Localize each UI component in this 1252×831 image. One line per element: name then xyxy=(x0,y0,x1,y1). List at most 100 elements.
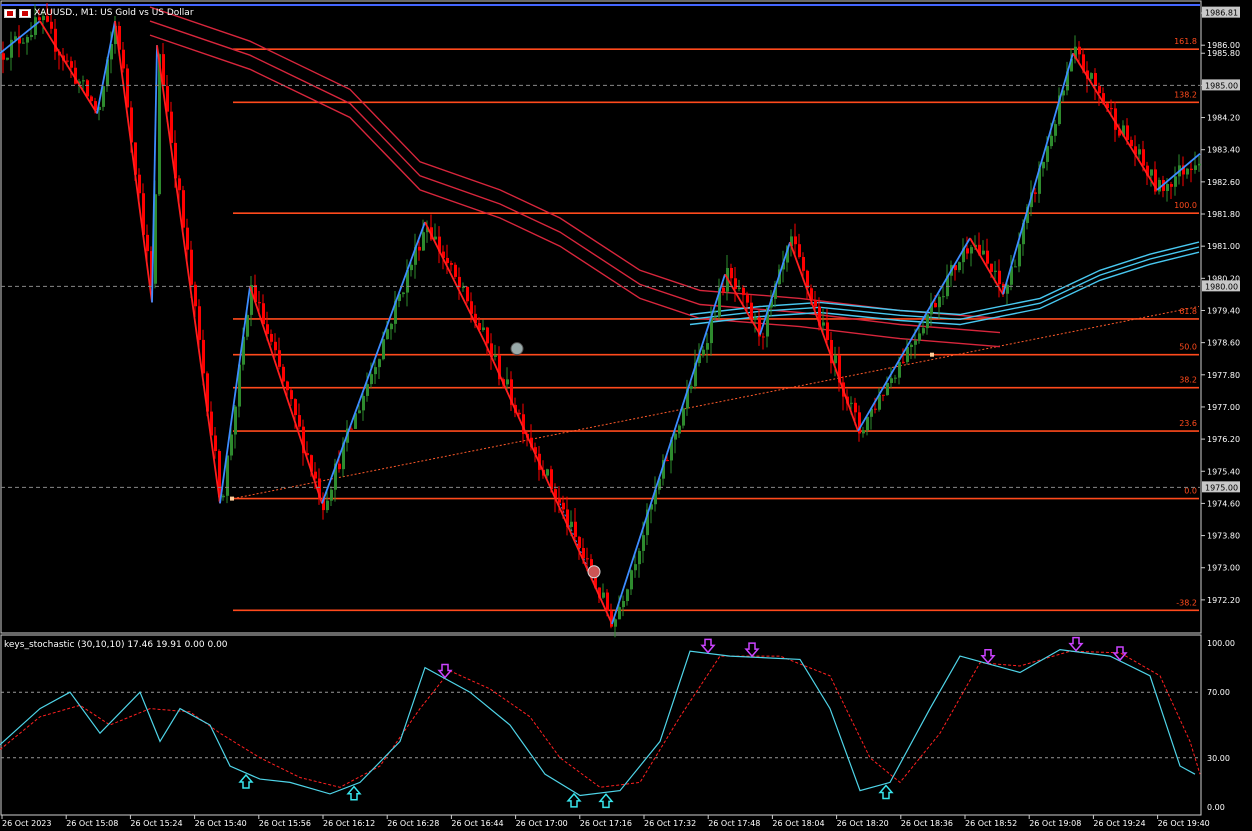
candle-body xyxy=(966,248,969,254)
fib-label: 0.0 xyxy=(1184,487,1197,496)
fib-label: 50.0 xyxy=(1179,343,1197,352)
candle-body xyxy=(606,592,609,612)
candle-body xyxy=(274,341,277,351)
candle-body xyxy=(898,361,901,378)
candle-body xyxy=(618,607,621,620)
candle-body xyxy=(854,402,857,413)
candle-body xyxy=(814,300,817,307)
one-click-trading-icon[interactable] xyxy=(19,8,31,18)
candle-body xyxy=(286,381,289,391)
time-label: 26 Oct 18:04 xyxy=(772,819,824,828)
candle-body xyxy=(482,327,485,331)
osc-label: 70.00 xyxy=(1207,688,1230,697)
candle-body xyxy=(754,317,757,320)
time-label: 26 Oct 19:08 xyxy=(1029,819,1081,828)
candle-body xyxy=(746,295,749,303)
candle-body xyxy=(922,328,925,334)
candle-body xyxy=(762,336,765,338)
price-label: 1981.80 xyxy=(1207,210,1240,219)
candle-body xyxy=(1186,168,1189,175)
candle-body xyxy=(2,53,5,60)
candle-body xyxy=(678,425,681,434)
candle-body xyxy=(378,359,381,368)
candle-body xyxy=(574,521,577,537)
candle-body xyxy=(374,367,377,375)
candle-body xyxy=(938,296,941,308)
candle-body xyxy=(278,350,281,367)
candle-body xyxy=(6,57,9,60)
chart-header: XAUUSD., M1: US Gold vs US Dollar xyxy=(4,8,194,18)
candle-body xyxy=(986,250,989,264)
candle-body xyxy=(738,287,741,289)
candle-body xyxy=(942,296,945,298)
candle-body xyxy=(902,361,905,363)
candle-body xyxy=(682,408,685,426)
signal-marker xyxy=(510,342,524,356)
candle-body xyxy=(506,379,509,385)
candle-body xyxy=(202,339,205,374)
time-label: 26 Oct 2023 xyxy=(2,819,51,828)
chart-menu-icon[interactable] xyxy=(4,8,16,18)
chart-title: XAUUSD., M1: US Gold vs US Dollar xyxy=(34,8,194,18)
candle-body xyxy=(230,434,233,456)
time-label: 26 Oct 18:36 xyxy=(901,819,953,828)
time-label: 26 Oct 15:56 xyxy=(259,819,311,828)
candle-body xyxy=(1110,108,1113,110)
candle-body xyxy=(1090,73,1093,79)
price-label: 1984.20 xyxy=(1207,114,1240,123)
candle-body xyxy=(314,471,317,479)
time-label: 26 Oct 19:24 xyxy=(1093,819,1145,828)
fib-label: 138.2 xyxy=(1174,90,1197,99)
candle-body xyxy=(826,322,829,340)
time-label: 26 Oct 16:28 xyxy=(387,819,439,828)
candle-body xyxy=(422,232,425,251)
time-label: 26 Oct 17:16 xyxy=(580,819,632,828)
candle-body xyxy=(1170,184,1173,187)
price-label: 1972.20 xyxy=(1207,596,1240,605)
candle-body xyxy=(1018,244,1021,267)
candle-body xyxy=(122,49,125,69)
price-label: 1975.40 xyxy=(1207,467,1240,476)
price-label: 1982.60 xyxy=(1207,178,1240,187)
fib-label: 100.0 xyxy=(1174,201,1197,210)
time-label: 26 Oct 15:08 xyxy=(66,819,118,828)
candle-body xyxy=(802,257,805,271)
candle-body xyxy=(1034,192,1037,194)
candle-body xyxy=(418,246,421,251)
candle-body xyxy=(642,535,645,551)
candle-body xyxy=(602,592,605,598)
candle-body xyxy=(570,521,573,527)
candle-body xyxy=(186,227,189,250)
candle-body xyxy=(298,415,301,427)
candle-body xyxy=(194,284,197,307)
price-label: 1985.80 xyxy=(1207,49,1240,58)
candle-body xyxy=(402,292,405,295)
price-chart[interactable]: 161.8138.2100.061.850.038.223.60.0-38.2 … xyxy=(0,0,1252,831)
candle-body xyxy=(958,262,961,271)
candle-body xyxy=(742,287,745,296)
price-label: 1979.40 xyxy=(1207,306,1240,315)
fib-label: 38.2 xyxy=(1179,376,1197,385)
candle-body xyxy=(794,236,797,245)
candle-body xyxy=(558,498,561,503)
price-tag-label: 1985.00 xyxy=(1205,81,1238,90)
fib-label: 161.8 xyxy=(1174,37,1197,46)
osc-label: 30.00 xyxy=(1207,754,1230,763)
candle-body xyxy=(586,558,589,560)
candle-body xyxy=(630,570,633,590)
candle-body xyxy=(282,366,285,382)
candle-body xyxy=(338,463,341,470)
candle-body xyxy=(914,340,917,345)
candle-body xyxy=(26,37,29,43)
candle-body xyxy=(714,316,717,318)
time-label: 26 Oct 16:12 xyxy=(323,819,375,828)
candle-body xyxy=(882,394,885,396)
candle-body xyxy=(466,286,469,302)
candle-body xyxy=(518,412,521,415)
candle-body xyxy=(1042,161,1045,169)
price-label: 1977.80 xyxy=(1207,371,1240,380)
candle-body xyxy=(1166,184,1169,191)
candle-body xyxy=(622,601,625,608)
time-label: 26 Oct 15:24 xyxy=(130,819,182,828)
candle-body xyxy=(178,178,181,191)
